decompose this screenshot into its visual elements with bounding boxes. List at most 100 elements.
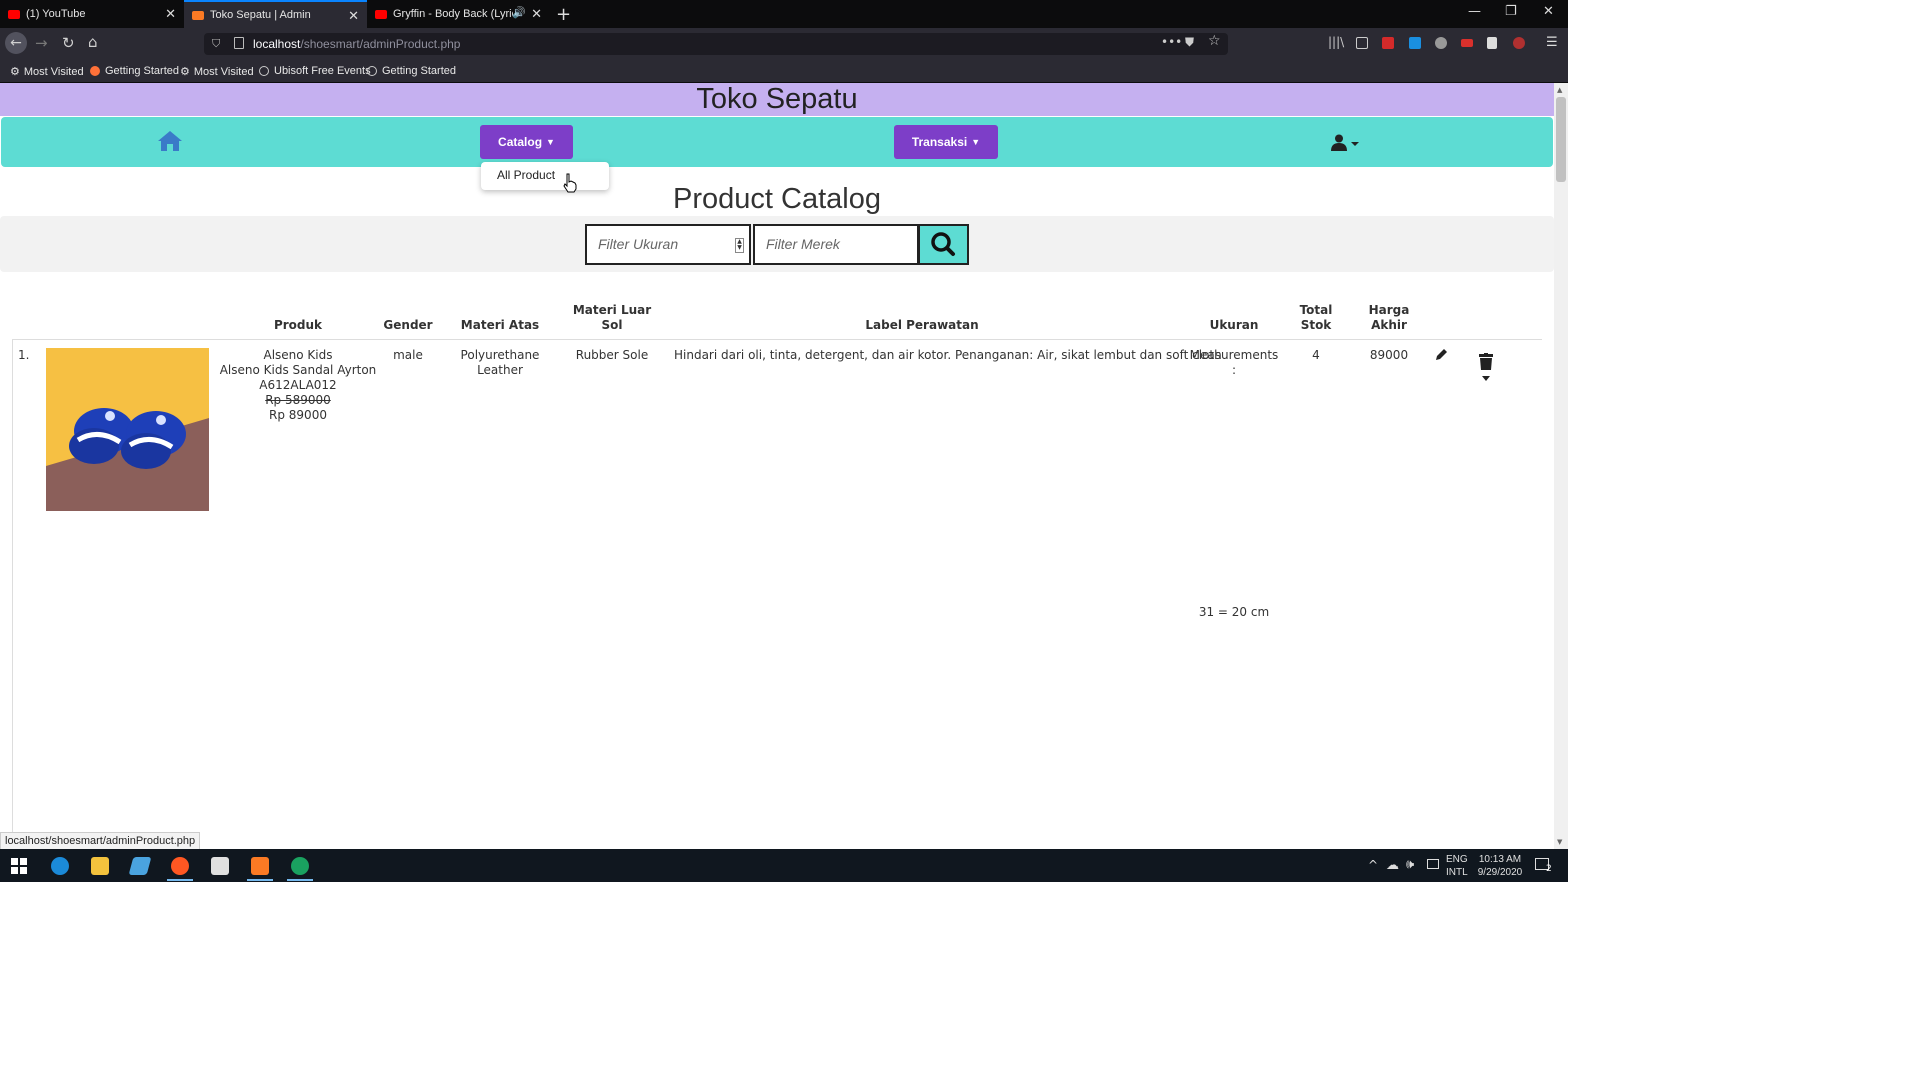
page-icon: [234, 37, 244, 49]
close-icon[interactable]: ✕: [348, 8, 359, 24]
onedrive-icon[interactable]: ☁: [1386, 858, 1399, 873]
url-text[interactable]: localhost/shoesmart/adminProduct.php: [253, 37, 460, 51]
bookmark-most-visited[interactable]: ⚙ Most Visited: [10, 65, 84, 79]
close-icon[interactable]: ✕: [165, 6, 176, 22]
adblock-icon[interactable]: [1382, 37, 1394, 49]
bookmark-label: Ubisoft Free Events: [274, 65, 371, 77]
tube-icon[interactable]: [1461, 39, 1473, 47]
tray-chevron-icon[interactable]: ^: [1368, 858, 1378, 872]
transaksi-menu-button[interactable]: Transaksi ▼: [894, 125, 998, 159]
cloud-icon[interactable]: [1435, 37, 1447, 49]
tab-youtube[interactable]: (1) YouTube ✕: [0, 0, 184, 28]
tab-toko-sepatu[interactable]: Toko Sepatu | Admin ✕: [184, 0, 367, 28]
xampp-icon[interactable]: [251, 857, 269, 875]
back-icon[interactable]: ←: [5, 32, 27, 54]
product-name: Alseno Kids Sandal Ayrton: [219, 363, 377, 377]
reload-icon[interactable]: ↻: [62, 34, 75, 52]
app-icon[interactable]: [291, 857, 309, 875]
delete-trash-icon[interactable]: [1478, 353, 1494, 383]
home-icon[interactable]: [157, 130, 183, 152]
filter-ukuran-input[interactable]: Filter Ukuran: [585, 224, 751, 265]
catalog-menu-button[interactable]: Catalog ▼: [480, 125, 573, 159]
bookmark-star-icon[interactable]: ☆: [1208, 33, 1221, 49]
file-explorer-icon[interactable]: [91, 857, 109, 875]
bookmark-label: Getting Started: [105, 65, 179, 77]
speaker-icon[interactable]: 🔊: [512, 6, 526, 19]
bookmark-ubisoft[interactable]: Ubisoft Free Events: [259, 65, 371, 77]
restore-icon[interactable]: ❐: [1505, 4, 1517, 19]
notification-count: 2: [1546, 864, 1552, 874]
new-tab-button[interactable]: +: [556, 4, 571, 25]
row-number: 1.: [18, 348, 30, 362]
cell-label-perawatan: Hindari dari oli, tinta, detergent, dan …: [674, 348, 1222, 362]
gear-icon: ⚙: [180, 66, 190, 78]
tab-title: Toko Sepatu | Admin: [210, 9, 311, 21]
active-app-indicator: [287, 879, 313, 881]
dropdown-all-product[interactable]: All Product: [497, 168, 555, 182]
header-line: Akhir: [1371, 318, 1407, 332]
edit-pencil-icon[interactable]: [1434, 348, 1448, 362]
home-icon[interactable]: ⌂: [88, 33, 98, 51]
extension-icon[interactable]: [1409, 37, 1421, 49]
page-scrollbar[interactable]: [1554, 83, 1568, 849]
forward-icon[interactable]: →: [35, 34, 48, 52]
tab-gryffin[interactable]: Gryffin - Body Back (Lyrics) 🔊 ✕: [367, 0, 550, 28]
main-menu-bar: [1, 117, 1553, 167]
scrollbar-thumb[interactable]: [1556, 97, 1566, 182]
windows-taskbar: [0, 849, 1568, 882]
network-icon[interactable]: [1427, 859, 1439, 869]
bookmark-label: Most Visited: [23, 65, 84, 78]
header-materi-atas: Materi Atas: [460, 318, 540, 332]
cell-materi-atas: Polyurethane Leather: [450, 348, 550, 378]
scroll-up-icon[interactable]: ▲: [1557, 86, 1562, 94]
header-produk: Produk: [273, 318, 323, 332]
caret-down-icon: ▼: [971, 137, 981, 147]
search-button[interactable]: [918, 224, 969, 265]
extension-icon[interactable]: [1487, 37, 1497, 49]
windows-start-icon[interactable]: [11, 858, 27, 874]
minimize-icon[interactable]: —: [1468, 4, 1481, 19]
url-host: localhost: [253, 37, 301, 51]
lang-line: INTL: [1446, 867, 1468, 878]
close-icon[interactable]: ✕: [531, 6, 542, 22]
header-ukuran: Ukuran: [1209, 318, 1259, 332]
firefox-icon[interactable]: [171, 857, 189, 875]
volume-icon[interactable]: 🕪: [1406, 857, 1414, 872]
number-spinner[interactable]: ▲ ▼: [735, 238, 744, 253]
edge-icon[interactable]: [51, 857, 69, 875]
clock[interactable]: 10:13 AM 9/29/2020: [1474, 853, 1526, 879]
cell-line: Leather: [477, 363, 523, 377]
transaksi-label: Transaksi: [911, 135, 968, 149]
close-window-icon[interactable]: ✕: [1543, 4, 1554, 19]
menu-icon[interactable]: ☰: [1546, 35, 1558, 50]
table-left-border: [12, 339, 13, 849]
firefox-icon: [90, 66, 100, 76]
site-title: Toko Sepatu: [696, 83, 858, 115]
cell-line: Polyurethane: [460, 348, 540, 362]
product-old-price: Rp 589000: [265, 393, 331, 407]
product-image[interactable]: [46, 348, 209, 511]
ukuran-value: 31 = 20 cm: [1198, 605, 1270, 619]
lang-line: ENG: [1446, 854, 1468, 865]
clock-time: 10:13 AM: [1478, 854, 1522, 865]
bookmark-getting-started[interactable]: Getting Started: [90, 65, 179, 77]
calendar-icon[interactable]: [211, 857, 229, 875]
active-app-indicator: [167, 879, 193, 881]
bookmark-getting-started[interactable]: Getting Started: [367, 65, 456, 77]
page-content: Toko Sepatu Catalog ▼ Transaksi ▼ All Pr…: [0, 83, 1554, 849]
bookmark-most-visited[interactable]: ⚙ Most Visited: [180, 65, 254, 79]
pocket-icon[interactable]: ⛊: [1185, 35, 1194, 50]
globe-icon: [367, 66, 377, 76]
library-icon[interactable]: |||\: [1328, 35, 1344, 49]
language-indicator[interactable]: ENG INTL: [1446, 853, 1468, 879]
scroll-down-icon[interactable]: ▼: [1557, 838, 1562, 846]
extension-icon[interactable]: [1513, 37, 1525, 49]
header-label-perawatan: Label Perawatan: [865, 318, 979, 332]
sidebar-icon[interactable]: [1356, 37, 1368, 49]
more-icon[interactable]: •••: [1161, 35, 1182, 49]
youtube-icon: [375, 9, 387, 19]
bookmark-label: Getting Started: [382, 65, 456, 77]
user-menu-icon[interactable]: [1330, 134, 1362, 152]
shield-icon[interactable]: ⛉: [212, 37, 220, 51]
filter-merek-input[interactable]: Filter Merek: [753, 224, 919, 265]
